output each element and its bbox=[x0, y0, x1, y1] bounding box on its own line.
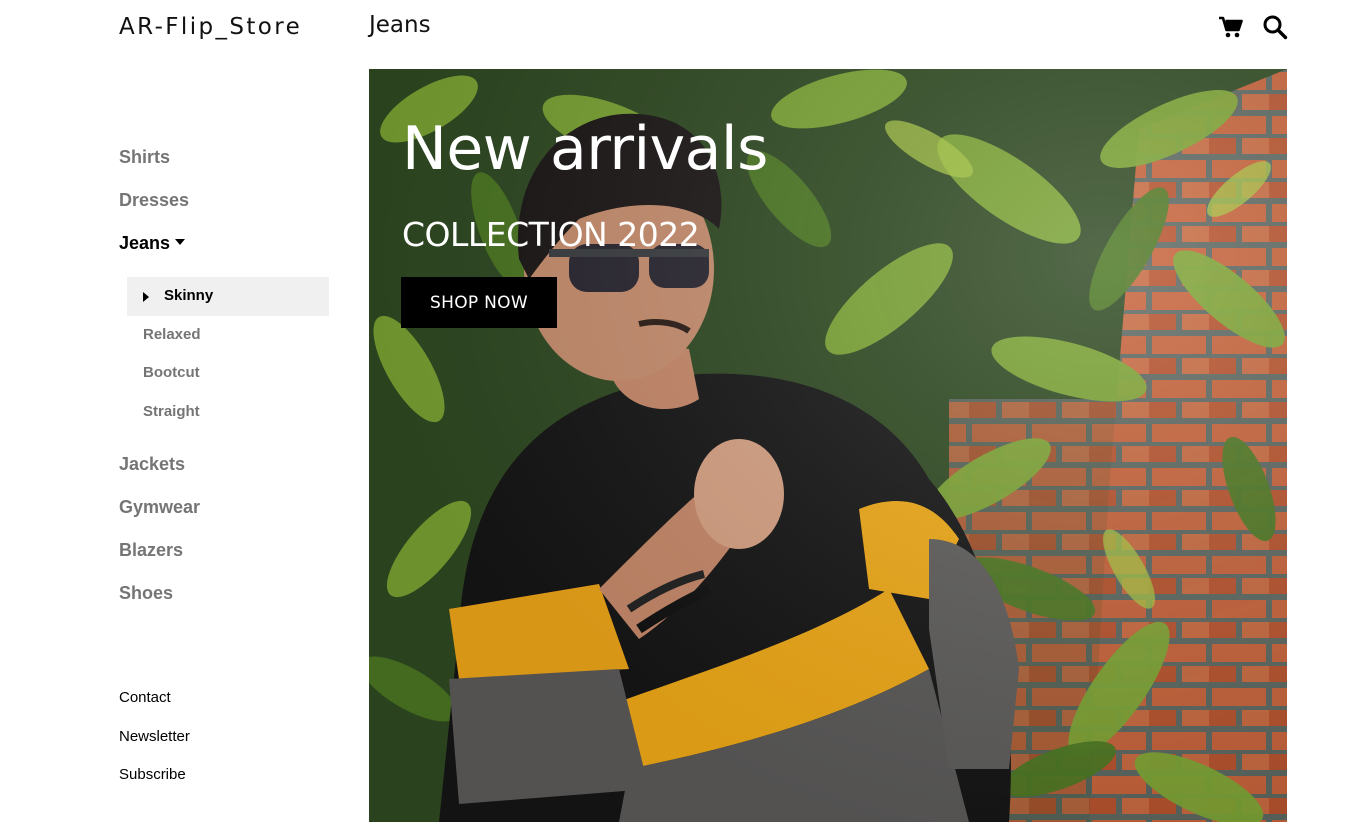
page-title: Jeans bbox=[369, 12, 431, 38]
shop-now-button[interactable]: SHOP NOW bbox=[401, 277, 557, 328]
sidebar-item-gymwear[interactable]: Gymwear bbox=[119, 497, 200, 518]
subcategory-relaxed[interactable]: Relaxed bbox=[143, 326, 201, 343]
search-icon[interactable] bbox=[1262, 14, 1288, 40]
sidebar-item-shoes[interactable]: Shoes bbox=[119, 583, 173, 604]
shopping-cart-icon[interactable] bbox=[1218, 14, 1244, 40]
subcategory-straight[interactable]: Straight bbox=[143, 403, 200, 420]
sidebar-item-blazers[interactable]: Blazers bbox=[119, 540, 183, 561]
sidebar-item-shirts[interactable]: Shirts bbox=[119, 147, 170, 168]
subcategory-skinny[interactable]: Skinny bbox=[127, 277, 329, 316]
contact-link[interactable]: Contact bbox=[119, 689, 171, 706]
sidebar-item-label: Jeans bbox=[119, 233, 171, 253]
sidebar-item-jackets[interactable]: Jackets bbox=[119, 454, 185, 475]
hero-title: New arrivals bbox=[402, 114, 768, 184]
caret-right-icon bbox=[143, 292, 149, 302]
hero-banner: New arrivals COLLECTION 2022 SHOP NOW bbox=[369, 69, 1287, 822]
sidebar-item-dresses[interactable]: Dresses bbox=[119, 190, 189, 211]
subcategory-bootcut[interactable]: Bootcut bbox=[143, 364, 200, 381]
caret-down-icon bbox=[175, 239, 186, 246]
hero-subtitle: COLLECTION 2022 bbox=[402, 215, 700, 254]
subcategory-label: Skinny bbox=[164, 287, 214, 304]
subscribe-link[interactable]: Subscribe bbox=[119, 766, 186, 783]
sidebar-nav: Shirts Dresses Jeans Skinny Relaxed Boot… bbox=[0, 0, 360, 822]
sidebar-item-jeans[interactable]: Jeans bbox=[119, 233, 186, 254]
newsletter-link[interactable]: Newsletter bbox=[119, 728, 190, 745]
